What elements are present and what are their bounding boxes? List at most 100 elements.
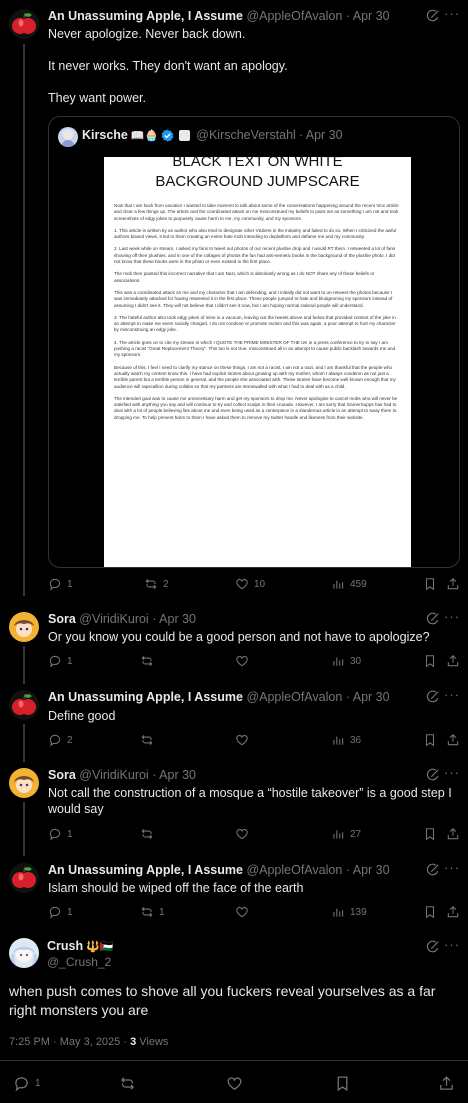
- repost-button[interactable]: 1: [140, 905, 165, 919]
- avatar-apple[interactable]: [9, 9, 39, 39]
- avatar-apple[interactable]: [9, 863, 39, 893]
- post-header: Sora @ViridiKuroi · Apr 30: [48, 612, 196, 626]
- grok-icon[interactable]: [426, 863, 440, 877]
- post-sora-1[interactable]: Sora @ViridiKuroi · Apr 30 ··· Or you kn…: [0, 606, 468, 684]
- bookmark-button[interactable]: [423, 733, 437, 747]
- reply-button[interactable]: 1: [48, 827, 73, 841]
- repost-count: 1: [159, 906, 165, 918]
- reply-button[interactable]: 2: [48, 733, 73, 747]
- share-button[interactable]: [446, 905, 460, 919]
- author-handle[interactable]: @ViridiKuroi: [79, 612, 148, 626]
- main-post[interactable]: Crush 🔱🇵🇸 @_Crush_2 ··· when push comes …: [0, 930, 468, 1103]
- avatar-crush[interactable]: [9, 938, 39, 968]
- repost-button[interactable]: [140, 654, 154, 668]
- author-handle[interactable]: @AppleOfAvalon: [246, 690, 342, 704]
- author-name[interactable]: Crush: [47, 939, 83, 953]
- bookmark-button[interactable]: [423, 905, 437, 919]
- views-icon: [331, 905, 345, 919]
- reply-button[interactable]: 1: [48, 905, 73, 919]
- like-button[interactable]: [235, 905, 249, 919]
- grok-icon[interactable]: [426, 768, 440, 782]
- post-date[interactable]: · Apr 30: [346, 690, 390, 704]
- reply-button[interactable]: 1: [48, 577, 73, 591]
- more-icon[interactable]: ···: [444, 860, 460, 875]
- quoted-document-image[interactable]: BLACK TEXT ON WHITE BACKGROUND JUMPSCARE…: [104, 157, 411, 567]
- repost-button[interactable]: [119, 1075, 136, 1092]
- post-apple-2[interactable]: An Unassuming Apple, I Assume @AppleOfAv…: [0, 684, 468, 762]
- bookmark-button[interactable]: [334, 1075, 351, 1092]
- author-name[interactable]: An Unassuming Apple, I Assume: [48, 9, 243, 23]
- author-handle[interactable]: @AppleOfAvalon: [246, 863, 342, 877]
- repost-count: 2: [163, 578, 169, 590]
- post-timestamp[interactable]: 7:25 PM · May 3, 2025 · 3 Views: [9, 1036, 168, 1048]
- grok-icon[interactable]: [426, 612, 440, 626]
- action-bar: 1 27: [48, 827, 462, 843]
- like-button[interactable]: [235, 733, 249, 747]
- author-handle[interactable]: @ViridiKuroi: [79, 768, 148, 782]
- share-button[interactable]: [438, 1075, 455, 1092]
- avatar-apple[interactable]: [9, 690, 39, 720]
- repost-button[interactable]: [140, 827, 154, 841]
- views-button[interactable]: 27: [331, 827, 361, 841]
- post-date[interactable]: · Apr 30: [152, 768, 196, 782]
- quote-date[interactable]: · Apr 30: [299, 128, 343, 142]
- author-name[interactable]: An Unassuming Apple, I Assume: [48, 863, 243, 877]
- post-text: Or you know you could be a good person a…: [48, 630, 430, 644]
- repost-button[interactable]: 2: [144, 577, 169, 591]
- share-button[interactable]: [446, 733, 460, 747]
- views-button[interactable]: 459: [331, 577, 367, 591]
- repost-icon: [119, 1075, 136, 1092]
- doc-paragraph: The intended goal was to cause me unnece…: [114, 395, 398, 420]
- more-icon[interactable]: ···: [444, 765, 460, 780]
- author-name[interactable]: An Unassuming Apple, I Assume: [48, 690, 243, 704]
- like-button[interactable]: [235, 827, 249, 841]
- share-button[interactable]: [446, 577, 460, 591]
- like-button[interactable]: 10: [235, 577, 265, 591]
- author-handle[interactable]: @AppleOfAvalon: [246, 9, 342, 23]
- post-date[interactable]: · Apr 30: [346, 9, 390, 23]
- avatar-sora[interactable]: [9, 612, 39, 642]
- post-date[interactable]: · Apr 30: [152, 612, 196, 626]
- more-icon[interactable]: ···: [444, 937, 460, 952]
- author-handle[interactable]: @_Crush_2: [47, 955, 111, 969]
- post-text: Not call the construction of a mosque a …: [48, 786, 452, 816]
- post-date[interactable]: · Apr 30: [346, 863, 390, 877]
- views-button[interactable]: 36: [331, 733, 361, 747]
- grok-icon[interactable]: [426, 690, 440, 704]
- reply-count: 2: [67, 734, 73, 746]
- share-button[interactable]: [446, 654, 460, 668]
- quoted-post[interactable]: Kirsche 📖🧁 @KirscheVerstahl · Apr 30 BLA…: [48, 116, 460, 568]
- reply-count: 1: [67, 578, 73, 590]
- share-button[interactable]: [446, 827, 460, 841]
- quote-author-badges: 📖🧁: [130, 129, 159, 142]
- like-button[interactable]: [226, 1075, 243, 1092]
- post-apple-3[interactable]: An Unassuming Apple, I Assume @AppleOfAv…: [0, 856, 468, 930]
- post-sora-2[interactable]: Sora @ViridiKuroi · Apr 30 ··· Not call …: [0, 762, 468, 856]
- reply-button[interactable]: 1: [13, 1075, 41, 1092]
- more-icon[interactable]: ···: [444, 609, 460, 624]
- grok-icon[interactable]: [426, 940, 440, 954]
- reply-icon: [13, 1075, 30, 1092]
- more-icon[interactable]: ···: [444, 687, 460, 702]
- doc-paragraph: The mob then painted this incorrect narr…: [114, 271, 375, 283]
- affiliate-badge-icon: [179, 129, 191, 141]
- views-button[interactable]: 30: [331, 654, 361, 668]
- grok-icon[interactable]: [426, 9, 440, 23]
- bookmark-button[interactable]: [423, 577, 437, 591]
- avatar-sora[interactable]: [9, 768, 39, 798]
- reply-button[interactable]: 1: [48, 654, 73, 668]
- more-icon[interactable]: ···: [444, 6, 460, 21]
- quote-author-name[interactable]: Kirsche: [82, 128, 128, 142]
- reply-count: 1: [67, 655, 73, 667]
- views-count: 27: [350, 828, 362, 840]
- author-name[interactable]: Sora: [48, 768, 76, 782]
- quote-author-handle[interactable]: @KirscheVerstahl: [196, 128, 296, 142]
- views-button[interactable]: 139: [331, 905, 367, 919]
- post-apple-1[interactable]: An Unassuming Apple, I Assume @AppleOfAv…: [0, 0, 468, 600]
- author-name[interactable]: Sora: [48, 612, 76, 626]
- bookmark-button[interactable]: [423, 654, 437, 668]
- repost-button[interactable]: [140, 733, 154, 747]
- bookmark-button[interactable]: [423, 827, 437, 841]
- like-button[interactable]: [235, 654, 249, 668]
- avatar-kirsche[interactable]: [58, 127, 78, 147]
